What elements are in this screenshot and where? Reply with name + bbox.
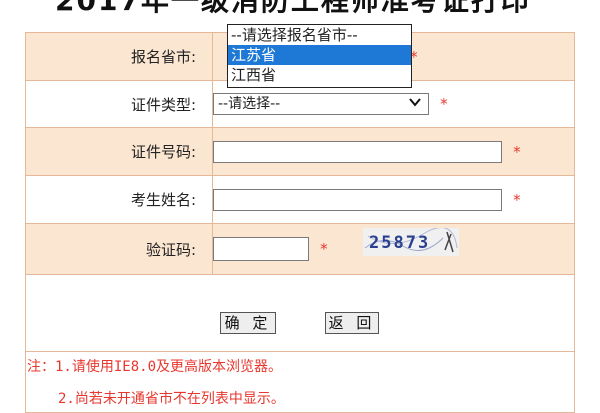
captcha-required-mark: * <box>320 240 328 258</box>
page-title: 2017年一级消防工程师准考证打印 <box>55 0 531 17</box>
captcha-input[interactable] <box>213 237 309 261</box>
captcha-label: 验证码: <box>25 223 213 275</box>
captcha-image[interactable]: 25873 <box>363 227 459 256</box>
dropdown-option[interactable]: 江西省 <box>228 65 411 85</box>
chevron-down-icon <box>408 95 422 115</box>
captcha-field-cell: * 25873 <box>212 223 575 275</box>
province-label: 报名省市: <box>25 32 213 81</box>
dropdown-option[interactable]: --请选择报名省市-- <box>228 25 411 45</box>
note-line-1: 注：1.请使用IE8.0及更高版本浏览器。 <box>27 359 283 375</box>
id-number-required-mark: * <box>513 142 521 161</box>
name-input[interactable] <box>213 188 502 211</box>
id-number-input[interactable] <box>213 140 502 163</box>
id-type-label: 证件类型: <box>25 80 213 128</box>
id-number-field-cell: * <box>212 127 575 176</box>
buttons-cell <box>25 274 575 352</box>
dropdown-option-selected[interactable]: 江苏省 <box>228 45 411 65</box>
row-name: 考生姓名: * <box>25 175 575 224</box>
id-type-value: --请选择-- <box>218 96 281 112</box>
confirm-button[interactable]: 确 定 <box>220 312 276 334</box>
back-button[interactable]: 返 回 <box>325 312 379 334</box>
row-buttons <box>25 274 575 352</box>
id-type-required-mark: * <box>440 95 448 113</box>
id-type-select[interactable]: --请选择-- <box>213 93 429 115</box>
province-dropdown-list[interactable]: --请选择报名省市-- 江苏省 江西省 <box>227 24 412 88</box>
captcha-code: 25873 <box>369 233 430 253</box>
id-number-label: 证件号码: <box>25 127 213 176</box>
name-field-cell: * <box>212 175 575 224</box>
row-captcha: 验证码: * 25873 <box>25 223 575 275</box>
note-line-2: 2.尚若未开通省市不在列表中显示。 <box>58 391 285 407</box>
name-required-mark: * <box>513 190 521 209</box>
name-label: 考生姓名: <box>25 175 213 224</box>
row-id-number: 证件号码: * <box>25 127 575 176</box>
